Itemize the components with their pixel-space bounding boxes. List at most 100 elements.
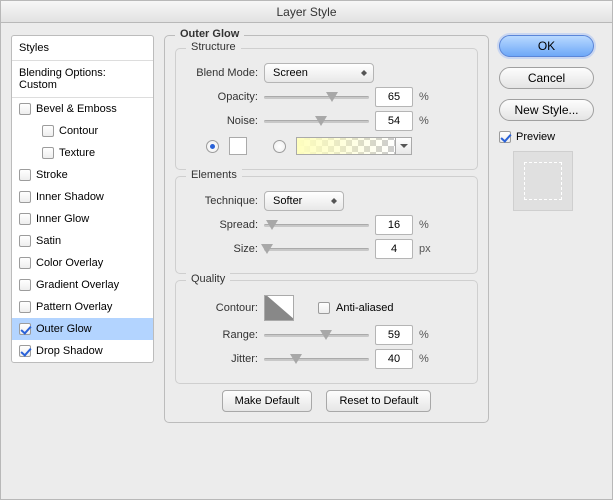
preview-label: Preview	[516, 131, 555, 143]
preview-thumbnail	[513, 151, 573, 211]
range-row: Range: 59 %	[186, 325, 467, 345]
updown-icon	[359, 66, 369, 80]
style-label: Pattern Overlay	[36, 301, 112, 313]
blend-mode-label: Blend Mode:	[186, 67, 258, 79]
style-checkbox[interactable]	[42, 147, 54, 159]
spread-slider[interactable]	[264, 217, 369, 233]
outer-glow-group: Outer Glow Structure Blend Mode: Screen …	[164, 35, 489, 423]
new-style-button[interactable]: New Style...	[499, 99, 594, 121]
reset-default-button[interactable]: Reset to Default	[326, 390, 431, 412]
structure-group: Structure Blend Mode: Screen Opacity:	[175, 48, 478, 170]
style-row-satin[interactable]: Satin	[12, 230, 153, 252]
group-title: Outer Glow	[175, 28, 244, 40]
style-row-drop-shadow[interactable]: Drop Shadow	[12, 340, 153, 362]
style-label: Texture	[59, 147, 95, 159]
blend-mode-select[interactable]: Screen	[264, 63, 374, 83]
cancel-button[interactable]: Cancel	[499, 67, 594, 89]
style-label: Satin	[36, 235, 61, 247]
gradient-preview	[296, 137, 396, 155]
jitter-input[interactable]: 40	[375, 349, 413, 369]
noise-label: Noise:	[186, 115, 258, 127]
settings-column: Outer Glow Structure Blend Mode: Screen …	[164, 35, 489, 489]
make-default-button[interactable]: Make Default	[222, 390, 313, 412]
style-checkbox[interactable]	[19, 345, 31, 357]
opacity-unit: %	[419, 91, 437, 103]
preview-row: Preview	[499, 131, 594, 143]
style-row-texture[interactable]: Texture	[12, 142, 153, 164]
style-row-color-overlay[interactable]: Color Overlay	[12, 252, 153, 274]
technique-row: Technique: Softer	[186, 191, 467, 211]
style-row-bevel-emboss[interactable]: Bevel & Emboss	[12, 98, 153, 120]
style-checkbox[interactable]	[19, 103, 31, 115]
style-checkbox[interactable]	[19, 257, 31, 269]
style-label: Color Overlay	[36, 257, 103, 269]
style-label: Gradient Overlay	[36, 279, 119, 291]
opacity-input[interactable]: 65	[375, 87, 413, 107]
ok-button[interactable]: OK	[499, 35, 594, 57]
size-slider[interactable]	[264, 241, 369, 257]
chevron-down-icon[interactable]	[396, 137, 412, 155]
style-checkbox[interactable]	[19, 191, 31, 203]
contour-picker[interactable]	[264, 295, 294, 321]
range-slider[interactable]	[264, 327, 369, 343]
elements-legend: Elements	[186, 169, 242, 181]
spread-label: Spread:	[186, 219, 258, 231]
quality-legend: Quality	[186, 273, 230, 285]
styles-column: Styles Blending Options: Custom Bevel & …	[11, 35, 154, 489]
style-checkbox[interactable]	[19, 213, 31, 225]
style-label: Contour	[59, 125, 98, 137]
range-label: Range:	[186, 329, 258, 341]
style-row-stroke[interactable]: Stroke	[12, 164, 153, 186]
noise-slider[interactable]	[264, 113, 369, 129]
style-label: Drop Shadow	[36, 345, 103, 357]
styles-header[interactable]: Styles	[12, 36, 153, 61]
style-row-inner-shadow[interactable]: Inner Shadow	[12, 186, 153, 208]
style-row-outer-glow[interactable]: Outer Glow	[12, 318, 153, 340]
styles-listbox: Styles Blending Options: Custom Bevel & …	[11, 35, 154, 363]
preview-checkbox[interactable]	[499, 131, 511, 143]
style-row-contour[interactable]: Contour	[12, 120, 153, 142]
style-checkbox[interactable]	[19, 235, 31, 247]
default-buttons-row: Make Default Reset to Default	[175, 390, 478, 412]
anti-aliased-checkbox[interactable]	[318, 302, 330, 314]
style-checkbox[interactable]	[19, 323, 31, 335]
gradient-radio[interactable]	[273, 140, 286, 153]
opacity-slider[interactable]	[264, 89, 369, 105]
blending-options-row[interactable]: Blending Options: Custom	[12, 61, 153, 98]
technique-label: Technique:	[186, 195, 258, 207]
style-checkbox[interactable]	[19, 279, 31, 291]
noise-input[interactable]: 54	[375, 111, 413, 131]
solid-color-radio[interactable]	[206, 140, 219, 153]
style-row-pattern-overlay[interactable]: Pattern Overlay	[12, 296, 153, 318]
size-label: Size:	[186, 243, 258, 255]
size-input[interactable]: 4	[375, 239, 413, 259]
updown-icon	[329, 194, 339, 208]
spread-input[interactable]: 16	[375, 215, 413, 235]
style-checkbox[interactable]	[19, 169, 31, 181]
glow-color-row	[186, 137, 467, 155]
range-input[interactable]: 59	[375, 325, 413, 345]
style-row-inner-glow[interactable]: Inner Glow	[12, 208, 153, 230]
quality-group: Quality Contour: Anti-aliased Range:	[175, 280, 478, 384]
noise-unit: %	[419, 115, 437, 127]
technique-select[interactable]: Softer	[264, 191, 344, 211]
size-row: Size: 4 px	[186, 239, 467, 259]
style-checkbox[interactable]	[19, 301, 31, 313]
gradient-swatch[interactable]	[296, 137, 412, 155]
titlebar: Layer Style	[1, 1, 612, 23]
jitter-slider[interactable]	[264, 351, 369, 367]
elements-group: Elements Technique: Softer Spread:	[175, 176, 478, 274]
opacity-row: Opacity: 65 %	[186, 87, 467, 107]
dialog-content: Styles Blending Options: Custom Bevel & …	[1, 23, 612, 499]
style-row-gradient-overlay[interactable]: Gradient Overlay	[12, 274, 153, 296]
structure-legend: Structure	[186, 41, 241, 53]
jitter-row: Jitter: 40 %	[186, 349, 467, 369]
style-label: Bevel & Emboss	[36, 103, 117, 115]
style-checkbox[interactable]	[42, 125, 54, 137]
color-swatch[interactable]	[229, 137, 247, 155]
jitter-label: Jitter:	[186, 353, 258, 365]
range-unit: %	[419, 329, 437, 341]
style-label: Outer Glow	[36, 323, 92, 335]
style-label: Stroke	[36, 169, 68, 181]
blend-mode-row: Blend Mode: Screen	[186, 63, 467, 83]
